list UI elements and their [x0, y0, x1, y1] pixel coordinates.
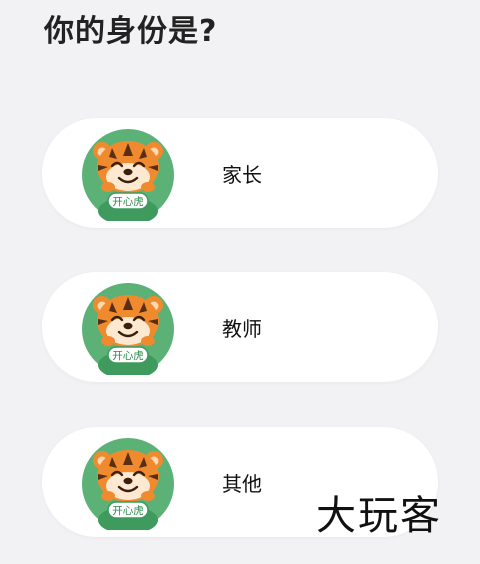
role-option-teacher[interactable]: 开心虎 教师	[42, 272, 438, 382]
page-title: 你的身份是?	[44, 14, 218, 49]
role-option-parent[interactable]: 开心虎 家长	[42, 118, 438, 228]
role-label-other: 其他	[222, 472, 262, 496]
tiger-mascot-icon: 开心虎	[82, 129, 174, 221]
role-label-teacher: 教师	[222, 317, 262, 341]
tiger-mascot-icon: 开心虎	[82, 438, 174, 530]
role-label-parent: 家长	[222, 163, 262, 187]
avatar-badge-text: 开心虎	[112, 350, 144, 362]
avatar-badge-text: 开心虎	[112, 505, 144, 517]
avatar-badge-text: 开心虎	[112, 196, 144, 208]
tiger-mascot-icon: 开心虎	[82, 283, 174, 375]
watermark: 大玩客	[316, 493, 442, 539]
